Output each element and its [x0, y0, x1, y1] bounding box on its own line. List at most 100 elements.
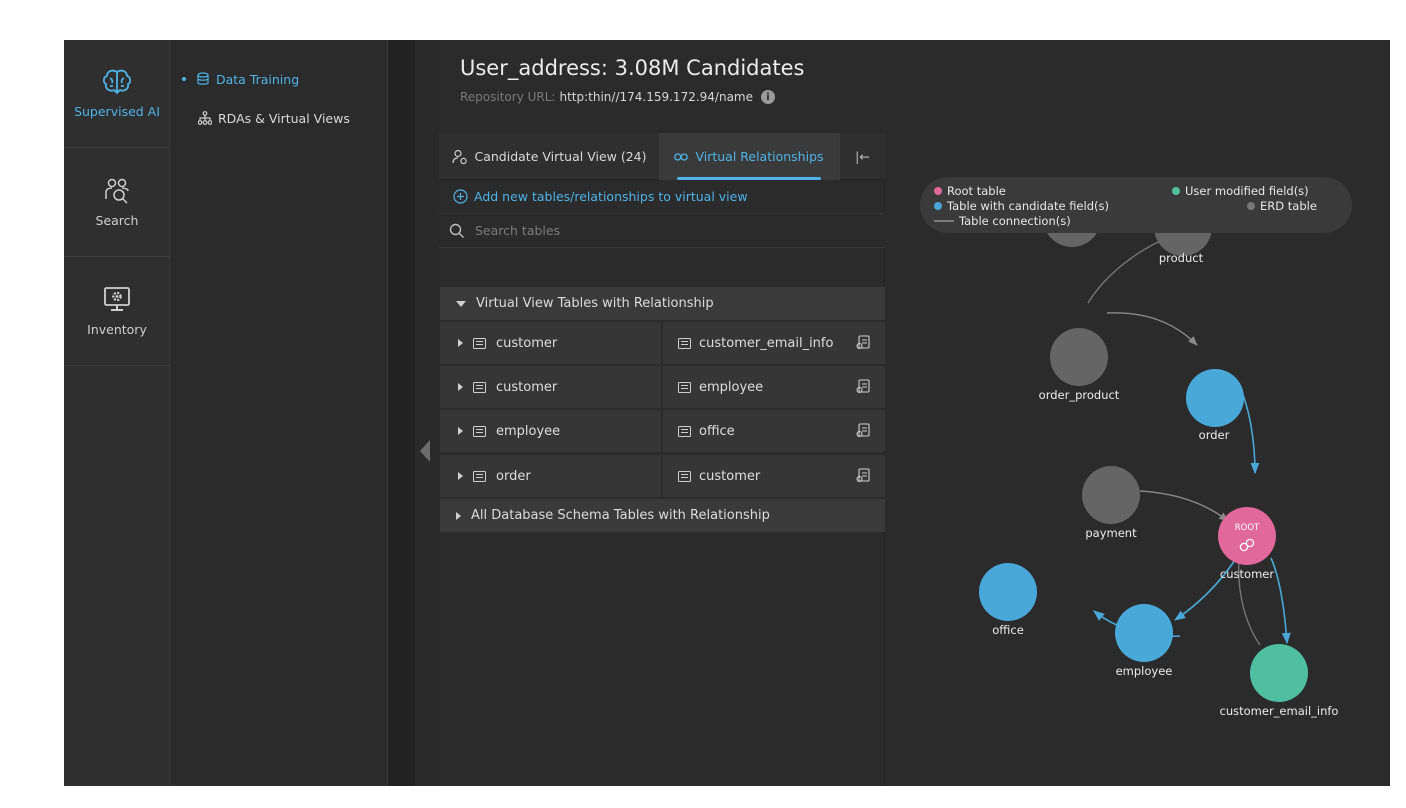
subnav-item-rdas-virtual-views[interactable]: RDAs & Virtual Views — [198, 108, 350, 128]
relationship-target[interactable]: customer — [663, 455, 885, 497]
collapse-panel-handle[interactable] — [420, 440, 430, 462]
rail-item-search[interactable]: Search — [64, 149, 170, 257]
divider — [388, 40, 415, 786]
collapse-panel-button[interactable]: |← — [839, 133, 885, 180]
table-icon — [473, 470, 486, 482]
left-rail: Supervised AI Search Inventory — [64, 40, 170, 786]
table-name: customer — [496, 379, 558, 395]
table-icon — [473, 381, 486, 393]
legend-dot — [1247, 202, 1255, 210]
edge-order-product-order — [1106, 312, 1198, 346]
legend-label: Root table — [947, 184, 1006, 198]
node-label: employee — [1116, 664, 1173, 678]
relationship-source[interactable]: order — [440, 455, 661, 497]
relationship-row[interactable]: employee office — [440, 410, 885, 454]
table-icon — [473, 425, 486, 437]
root-tag: ROOT — [1235, 523, 1260, 533]
table-name: employee — [699, 379, 764, 395]
page-header: User_address: 3.08M Candidates Repositor… — [439, 40, 1390, 133]
caret-right-icon[interactable] — [458, 383, 463, 391]
legend-dot — [1172, 187, 1180, 195]
repo-label: Repository URL: — [460, 90, 556, 104]
tab-label: Candidate Virtual View (24) — [474, 149, 647, 164]
relationship-target[interactable]: employee — [663, 366, 885, 408]
table-name: customer — [496, 335, 558, 351]
rail-label: Inventory — [87, 322, 147, 337]
legend-label: Table connection(s) — [959, 214, 1071, 228]
relationships-panel: Candidate Virtual View (24) Virtual Rela… — [439, 133, 885, 786]
node-label: product — [1159, 251, 1204, 265]
tab-virtual-relationships[interactable]: Virtual Relationships — [659, 133, 839, 180]
subnav-label: RDAs & Virtual Views — [218, 110, 350, 126]
tab-bar: Candidate Virtual View (24) Virtual Rela… — [439, 133, 885, 180]
node-customer-email-info[interactable] — [1250, 644, 1308, 702]
node-label: payment — [1085, 526, 1137, 540]
node-label: order — [1199, 428, 1230, 442]
node-employee[interactable] — [1115, 604, 1173, 662]
relationship-source[interactable]: customer — [440, 322, 661, 364]
page-title: User_address: 3.08M Candidates — [460, 56, 805, 80]
add-tables-link[interactable]: Add new tables/relationships to virtual … — [453, 187, 748, 205]
active-bullet — [182, 77, 186, 81]
relationship-source[interactable]: employee — [440, 410, 661, 452]
relationship-source[interactable]: customer — [440, 366, 661, 408]
relationship-target[interactable]: office — [663, 410, 885, 452]
node-label: customer — [1220, 567, 1274, 581]
legend-erd: ERD table — [1247, 199, 1317, 213]
view-details-icon[interactable] — [856, 423, 871, 438]
app-window: Supervised AI Search Inventory Data Trai… — [64, 40, 1390, 786]
search-bar — [439, 213, 885, 248]
node-label: order_product — [1039, 388, 1120, 402]
table-icon — [678, 337, 691, 349]
tab-label: Virtual Relationships — [695, 149, 824, 164]
section-virtual-view-tables[interactable]: Virtual View Tables with Relationship — [440, 287, 885, 320]
view-details-icon[interactable] — [856, 335, 871, 350]
node-customer-root[interactable] — [1218, 507, 1276, 565]
caret-right-icon[interactable] — [458, 472, 463, 480]
info-icon[interactable]: i — [761, 90, 775, 104]
search-input[interactable] — [475, 223, 855, 238]
relationship-graph[interactable]: ROOT product order_product order payment… — [885, 133, 1390, 786]
relationship-row[interactable]: customer customer_email_info — [440, 322, 885, 366]
node-order-product[interactable] — [1050, 328, 1108, 386]
view-details-icon[interactable] — [856, 379, 871, 394]
node-office[interactable] — [979, 563, 1037, 621]
divider — [415, 40, 439, 786]
subnav-item-data-training[interactable]: Data Training — [182, 69, 299, 89]
node-order[interactable] — [1186, 369, 1244, 427]
hierarchy-icon — [198, 111, 212, 125]
table-name: office — [699, 423, 735, 439]
relationship-row[interactable]: customer employee — [440, 366, 885, 410]
relationship-target[interactable]: customer_email_info — [663, 322, 885, 364]
edge-payment-customer — [1139, 490, 1229, 522]
node-payment[interactable] — [1082, 466, 1140, 524]
active-tab-indicator — [677, 177, 821, 180]
add-link-label: Add new tables/relationships to virtual … — [474, 188, 748, 204]
search-icon — [449, 223, 464, 238]
tab-candidate-virtual-view[interactable]: Candidate Virtual View (24) — [439, 133, 659, 180]
rail-item-supervised-ai[interactable]: Supervised AI — [64, 40, 170, 148]
table-name: order — [496, 468, 531, 484]
repo-url-value: http:thin//174.159.172.94/name — [559, 90, 753, 104]
view-details-icon[interactable] — [856, 468, 871, 483]
legend-label: Table with candidate field(s) — [947, 199, 1109, 213]
caret-right-icon[interactable] — [458, 427, 463, 435]
caret-right-icon — [456, 511, 461, 520]
node-label: office — [992, 623, 1024, 637]
legend-modified: User modified field(s) — [1172, 184, 1309, 198]
subnav-label: Data Training — [216, 71, 300, 87]
rail-label: Supervised AI — [74, 104, 160, 119]
table-name: customer_email_info — [699, 335, 834, 351]
section-all-schema-tables[interactable]: All Database Schema Tables with Relation… — [440, 499, 885, 532]
person-gear-icon — [451, 149, 467, 164]
graph-legend: Root table Table with candidate field(s)… — [920, 177, 1352, 233]
section-title: All Database Schema Tables with Relation… — [471, 508, 770, 523]
database-icon — [197, 72, 209, 85]
relationship-row[interactable]: order customer — [440, 455, 885, 499]
rail-item-inventory[interactable]: Inventory — [64, 258, 170, 366]
caret-right-icon[interactable] — [458, 339, 463, 347]
table-icon — [473, 337, 486, 349]
legend-label: User modified field(s) — [1185, 184, 1309, 198]
monitor-gear-icon — [104, 287, 130, 311]
table-name: employee — [496, 423, 561, 439]
